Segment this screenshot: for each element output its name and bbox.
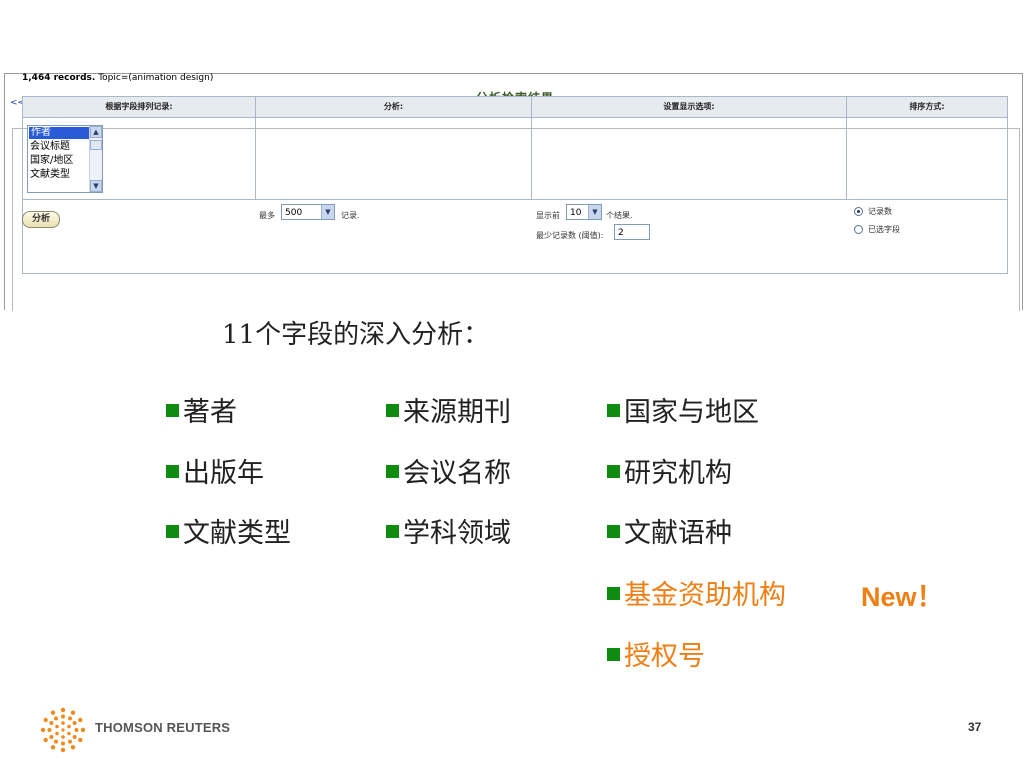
column-divider bbox=[255, 97, 256, 199]
sort-by-field-label: 已选字段 bbox=[868, 225, 900, 234]
show-top-suffix: 个结果. bbox=[606, 211, 633, 220]
field-item-new: 基金资助机构 bbox=[607, 573, 786, 612]
records-count: 1,464 records. bbox=[22, 73, 96, 83]
min-records-label: 最少记录数 (阈值): bbox=[536, 231, 604, 240]
records-query: Topic=(animation design) bbox=[98, 73, 214, 83]
header-display-options: 设置显示选项: bbox=[663, 102, 715, 111]
square-bullet-icon bbox=[607, 648, 620, 661]
field-item: 研究机构 bbox=[607, 451, 732, 490]
square-bullet-icon bbox=[607, 465, 620, 478]
slide-subtitle: 11个字段的深入分析： bbox=[222, 320, 490, 350]
table-bottom-border bbox=[23, 199, 1007, 200]
square-bullet-icon bbox=[166, 525, 179, 538]
sort-by-count-radio[interactable] bbox=[854, 207, 863, 216]
field-item: 学科领域 bbox=[386, 511, 511, 550]
analyze-button[interactable]: 分析 bbox=[22, 211, 60, 228]
chevron-down-icon[interactable]: ▼ bbox=[321, 205, 334, 219]
square-bullet-icon bbox=[166, 465, 179, 478]
field-item: 国家与地区 bbox=[607, 390, 759, 429]
header-sort-by: 排序方式: bbox=[909, 102, 945, 111]
sort-by-field-radio[interactable] bbox=[854, 225, 863, 234]
records-summary: 1,464 records. Topic=(animation design) bbox=[22, 73, 213, 83]
sort-by-count-label: 记录数 bbox=[868, 207, 892, 216]
show-top-select[interactable]: 10 ▼ bbox=[566, 204, 602, 220]
header-analyze: 分析: bbox=[383, 102, 404, 111]
field-item: 文献类型 bbox=[166, 511, 291, 550]
square-bullet-icon bbox=[386, 465, 399, 478]
square-bullet-icon bbox=[386, 404, 399, 417]
square-bullet-icon bbox=[166, 404, 179, 417]
column-divider bbox=[531, 97, 532, 199]
square-bullet-icon bbox=[607, 404, 620, 417]
min-records-input[interactable]: 2 bbox=[614, 224, 650, 240]
page-number: 37 bbox=[968, 720, 982, 734]
field-item: 来源期刊 bbox=[386, 390, 511, 429]
square-bullet-icon bbox=[607, 587, 620, 600]
show-top-value: 10 bbox=[570, 208, 582, 218]
max-records-select[interactable]: 500 ▼ bbox=[281, 204, 335, 220]
column-divider bbox=[846, 97, 847, 199]
scroll-down-icon[interactable]: ▼ bbox=[90, 180, 102, 192]
show-top-prefix: 显示前 bbox=[536, 211, 560, 220]
listbox-scrollbar[interactable]: ▲ ▼ bbox=[89, 126, 102, 192]
max-records-value: 500 bbox=[285, 208, 303, 218]
header-rank-by-field: 根据字段排列记录: bbox=[105, 102, 173, 111]
analysis-options-table: 根据字段排列记录: 分析: 设置显示选项: 排序方式: 作者 会议标题 国家/地… bbox=[22, 96, 1008, 274]
field-item: 文献语种 bbox=[607, 511, 732, 550]
field-item: 会议名称 bbox=[386, 451, 511, 490]
max-records-prefix: 最多 bbox=[259, 211, 275, 220]
field-listbox[interactable]: 作者 会议标题 国家/地区 文献类型 ▲ ▼ bbox=[27, 125, 103, 193]
brand-name: THOMSON REUTERS bbox=[95, 720, 231, 735]
field-item-new: 授权号 bbox=[607, 634, 705, 673]
new-badge: New！ bbox=[861, 582, 944, 612]
field-item: 出版年 bbox=[166, 451, 264, 490]
square-bullet-icon bbox=[386, 525, 399, 538]
thomson-reuters-logo-icon bbox=[40, 707, 86, 753]
scroll-up-icon[interactable]: ▲ bbox=[90, 126, 102, 138]
chevron-down-icon[interactable]: ▼ bbox=[588, 205, 601, 219]
field-item: 著者 bbox=[166, 390, 237, 429]
table-header: 根据字段排列记录: 分析: 设置显示选项: 排序方式: bbox=[23, 97, 1007, 118]
scroll-thumb[interactable] bbox=[90, 140, 102, 150]
max-records-suffix: 记录. bbox=[341, 211, 360, 220]
square-bullet-icon bbox=[607, 525, 620, 538]
